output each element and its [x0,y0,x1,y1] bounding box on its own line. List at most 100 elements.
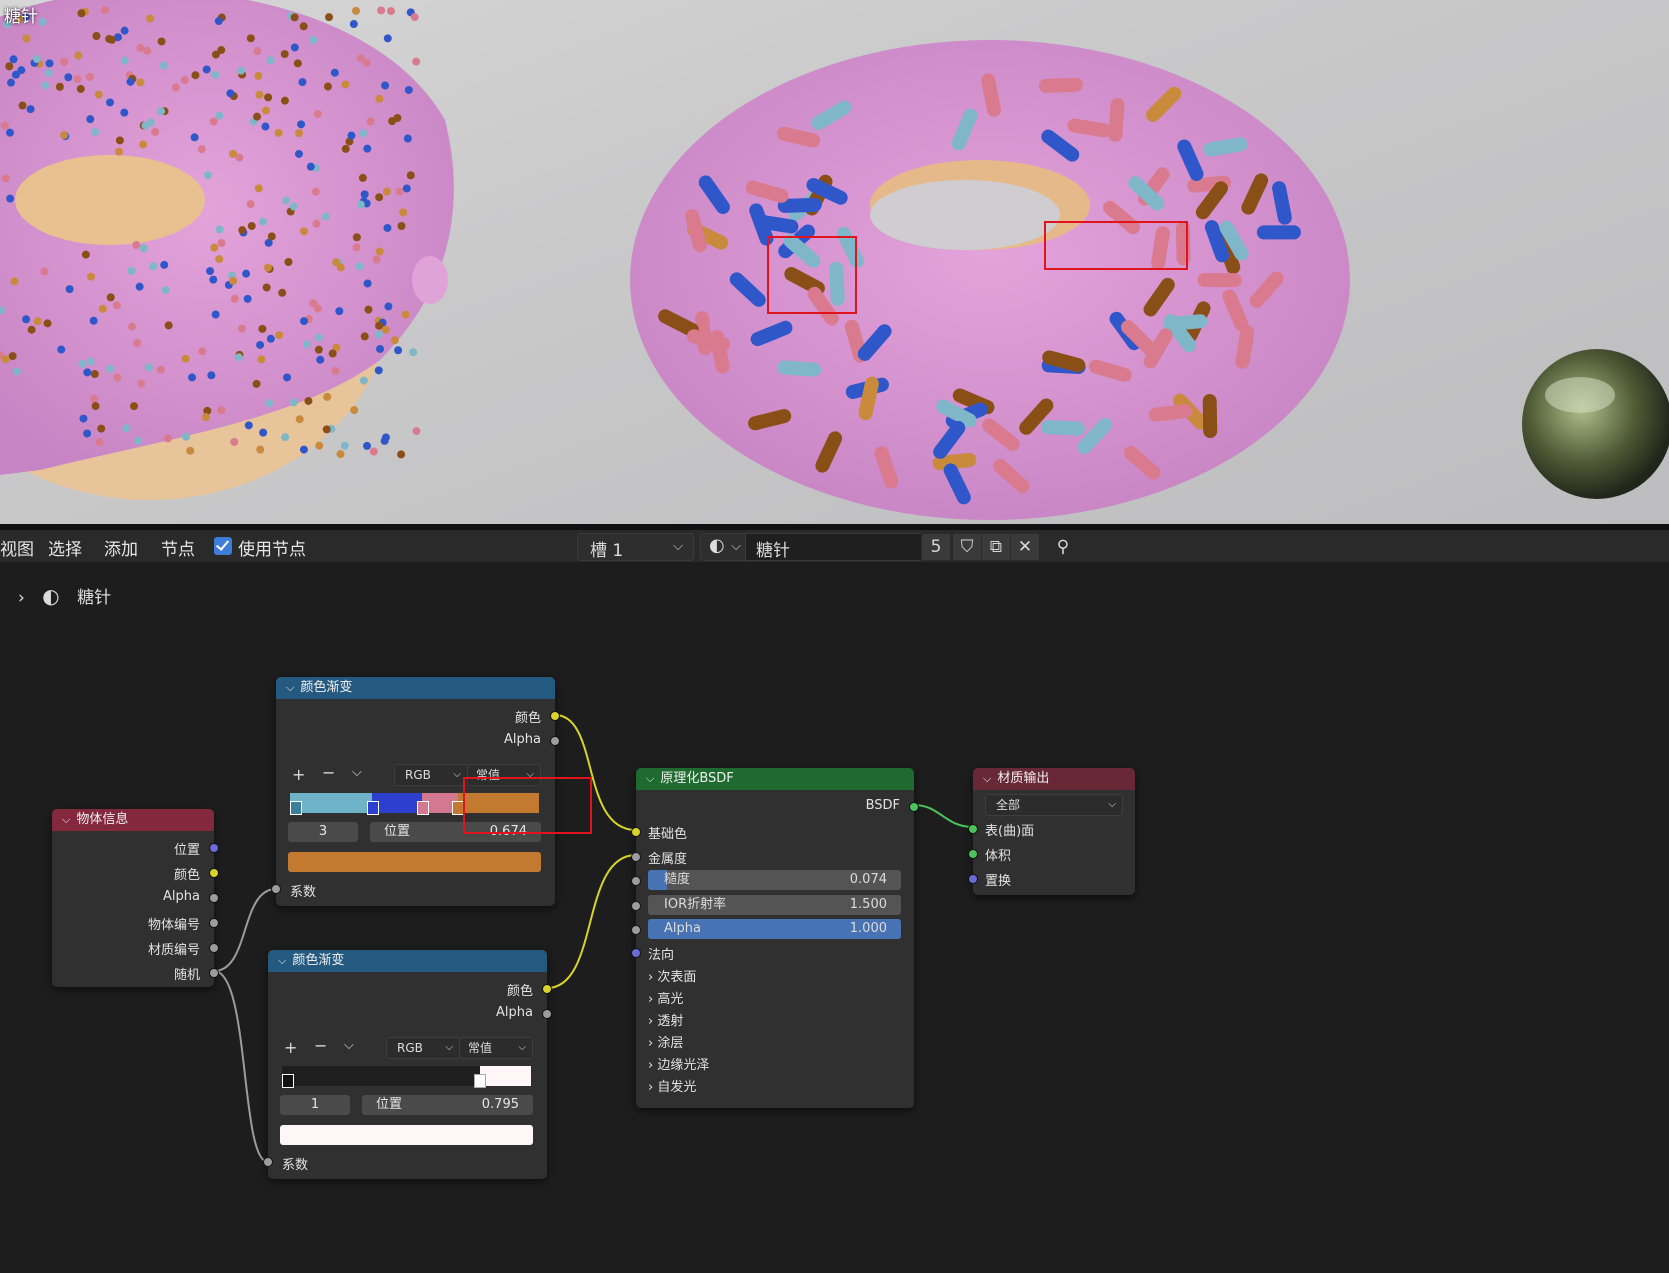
ramp-stop-handle[interactable] [416,801,429,815]
output-location: 位置 [173,843,200,858]
ramp-segment [479,1066,531,1086]
socket[interactable] [209,893,219,903]
input-fac: 系数 [282,1158,309,1173]
node-object-info[interactable]: ⌵ 物体信息 位置 颜色 Alpha 物体编号 材质编号 随机 [52,809,219,987]
output-color: 颜色 [506,984,533,999]
panel-transmission[interactable]: › 透射 [648,1010,683,1029]
ramp-segment [290,793,373,813]
socket[interactable] [968,849,978,859]
interpolation-label: 常值 [468,1041,493,1055]
interpolation-dropdown[interactable]: 常值 ⌵ [459,1037,533,1059]
panel-label: 透射 [657,1014,684,1029]
output-bsdf: BSDF [865,798,900,813]
socket[interactable] [631,948,641,958]
ramp-segment [372,793,422,813]
socket[interactable] [271,884,281,894]
socket[interactable] [209,918,219,928]
stop-position-field[interactable]: 位置 0.795 [362,1095,533,1115]
stop-position-value: 0.795 [481,1097,519,1112]
socket[interactable] [968,824,978,834]
ramp-stop-handle[interactable] [290,801,302,815]
target-label: 全部 [996,798,1021,812]
panel-label: 自发光 [657,1080,697,1095]
node-header[interactable]: ⌵ 颜色渐变 [276,677,555,699]
chevron-down-icon[interactable]: ⌵ [983,768,991,790]
socket[interactable] [550,736,560,746]
add-stop-icon[interactable]: + [292,765,305,784]
active-stop-index[interactable]: 1 [280,1095,350,1115]
panel-sheen[interactable]: › 边缘光泽 [648,1054,709,1073]
chevron-down-icon[interactable]: ⌵ [344,1038,354,1053]
color-mode-dropdown[interactable]: RGB ⌵ [386,1037,460,1059]
panel-label: 次表面 [657,970,697,985]
stop-position-label: 位置 [376,1097,403,1112]
socket[interactable] [631,901,641,911]
stop-color-swatch[interactable] [288,852,541,872]
output-alpha: Alpha [496,1005,533,1020]
socket[interactable] [209,843,219,853]
input-metallic: 金属度 [648,852,688,867]
node-title: 物体信息 [76,812,129,827]
socket[interactable] [263,1157,273,1167]
link-random-to-ramp1 [213,888,277,972]
ramp-stop-handle[interactable] [282,1074,294,1088]
ior-field[interactable]: IOR折射率 1.500 [648,895,901,915]
alpha-label: Alpha [664,921,701,936]
ior-value: 1.500 [849,897,887,912]
chevron-down-icon[interactable]: ⌵ [278,950,286,972]
node-color-ramp-2[interactable]: ⌵ 颜色渐变 颜色 Alpha + − ⌵ RGB ⌵ 常值 ⌵ 1 位置 0.795 … [263,950,552,1179]
socket[interactable] [542,984,552,994]
node-title: 材质输出 [997,771,1050,786]
panel-subsurface[interactable]: › 次表面 [648,966,696,985]
input-normal: 法向 [648,948,675,963]
socket[interactable] [909,802,919,812]
chevron-down-icon: ⌵ [453,769,461,780]
chevron-down-icon[interactable]: ⌵ [646,768,654,790]
socket[interactable] [631,925,641,935]
ramp-stop-handle[interactable] [367,801,380,815]
node-material-output[interactable]: ⌵ 材质输出 全部 ⌵ 表(曲)面 体积 置换 [968,768,1135,895]
chevron-down-icon: ⌵ [1108,799,1116,810]
ramp-stop-handle-active[interactable] [473,1074,486,1088]
socket[interactable] [209,943,219,953]
output-alpha: Alpha [504,732,541,747]
socket[interactable] [968,874,978,884]
socket[interactable] [542,1009,552,1019]
highlight-box [463,777,592,834]
socket[interactable] [550,711,560,721]
alpha-slider[interactable]: Alpha 1.000 [648,919,901,939]
output-color: 颜色 [173,868,200,883]
stop-color-swatch[interactable] [280,1125,533,1145]
node-header[interactable]: ⌵ 物体信息 [52,809,214,831]
chevron-down-icon[interactable]: ⌵ [352,765,362,780]
node-title: 原理化BSDF [660,771,734,786]
panel-coat[interactable]: › 涂层 [648,1032,683,1051]
active-stop-index[interactable]: 3 [288,822,358,842]
panel-emission[interactable]: › 自发光 [648,1076,696,1095]
socket[interactable] [631,876,641,886]
socket[interactable] [631,827,641,837]
panel-label: 高光 [657,992,684,1007]
chevron-down-icon[interactable]: ⌵ [286,677,294,699]
node-header[interactable]: ⌵ 材质输出 [973,768,1135,790]
node-principled-bsdf[interactable]: ⌵ 原理化BSDF BSDF 基础色 金属度 糙度 0.074 IOR折射率 1.… [631,768,919,1108]
color-mode-dropdown[interactable]: RGB ⌵ [394,764,468,786]
socket[interactable] [631,852,641,862]
stop-position-label: 位置 [384,824,411,839]
chevron-right-icon: › [648,992,654,1007]
color-ramp-bar[interactable] [282,1066,531,1088]
roughness-slider[interactable]: 糙度 0.074 [648,870,901,890]
target-dropdown[interactable]: 全部 ⌵ [985,794,1123,816]
remove-stop-icon[interactable]: − [314,1036,327,1055]
remove-stop-icon[interactable]: − [322,763,335,782]
add-stop-icon[interactable]: + [284,1038,297,1057]
socket[interactable] [209,968,219,978]
socket[interactable] [209,868,219,878]
panel-specular[interactable]: › 高光 [648,988,683,1007]
node-header[interactable]: ⌵ 颜色渐变 [268,950,547,972]
chevron-down-icon[interactable]: ⌵ [62,809,70,831]
node-title: 颜色渐变 [292,953,345,968]
node-header[interactable]: ⌵ 原理化BSDF [636,768,914,790]
chevron-right-icon: › [648,1036,654,1051]
input-fac: 系数 [290,885,317,900]
